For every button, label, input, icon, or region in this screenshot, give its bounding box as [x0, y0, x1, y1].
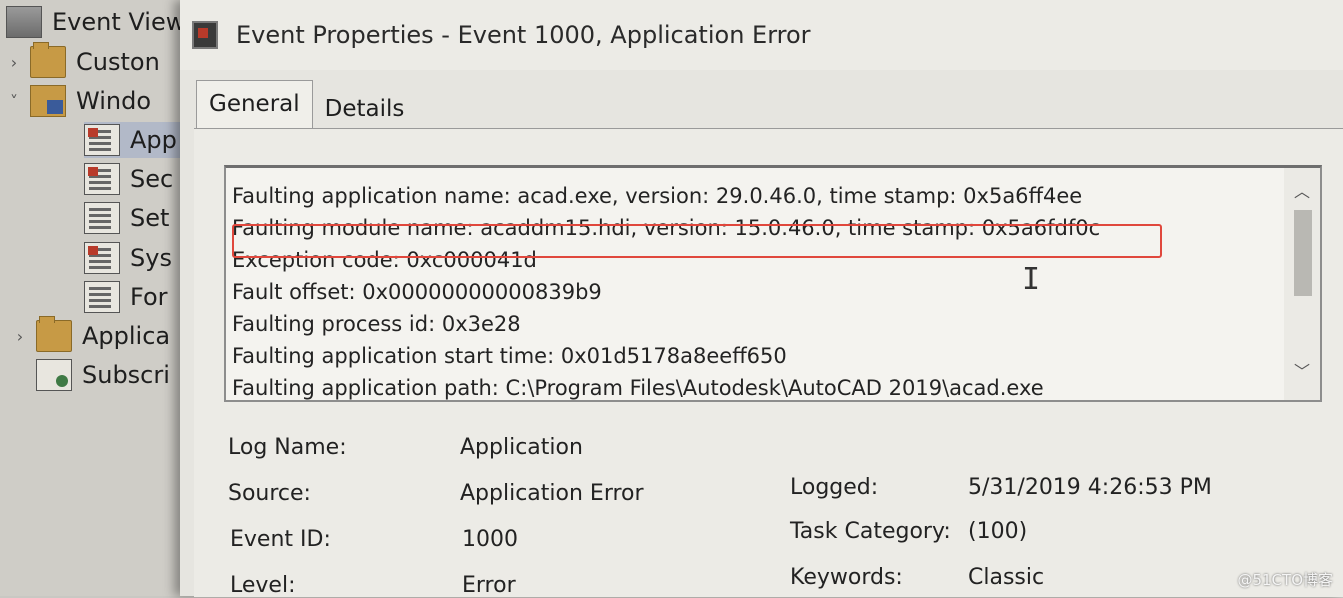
log-name-value: Application [460, 435, 583, 460]
keywords-label: Keywords: [790, 565, 903, 590]
log-name-label: Log Name: [228, 435, 347, 460]
folder-icon [36, 316, 72, 352]
tree-item-event-viewer[interactable]: Event View [6, 4, 185, 40]
scroll-thumb[interactable] [1294, 210, 1312, 296]
tree-item-label: App [130, 126, 177, 154]
folder-icon [30, 42, 66, 78]
vertical-scrollbar[interactable]: ︿ ﹀ [1284, 168, 1320, 400]
description-line: Faulting process id: 0x3e28 [232, 312, 521, 336]
tree-item-label: Sys [130, 244, 172, 272]
source-value: Application Error [460, 481, 644, 506]
log-icon [84, 242, 120, 274]
event-log-icon [192, 21, 218, 49]
tree-item-system[interactable]: Sys [84, 240, 172, 276]
tree-item-label: Event View [52, 8, 186, 36]
tree-item-security[interactable]: Sec [84, 161, 173, 197]
tree-item-subscriptions[interactable]: Subscri [12, 357, 170, 393]
scroll-down-icon[interactable]: ﹀ [1284, 358, 1320, 386]
keywords-value: Classic [968, 565, 1045, 590]
tree-item-applications-and-services[interactable]: › Applica [12, 316, 171, 354]
event-description-textbox[interactable]: Faulting application name: acad.exe, ver… [224, 165, 1322, 402]
task-category-value: (100) [968, 519, 1028, 544]
logged-label: Logged: [790, 475, 879, 500]
tree-item-setup[interactable]: Set [84, 200, 169, 236]
level-label: Level: [230, 573, 296, 598]
level-value: Error [462, 573, 516, 598]
task-category-label: Task Category: [790, 519, 951, 544]
source-label: Source: [228, 481, 311, 506]
dialog-titlebar[interactable]: Event Properties - Event 1000, Applicati… [180, 0, 1343, 70]
windows-logs-icon [30, 85, 66, 117]
tab-general[interactable]: General [196, 80, 313, 131]
collapse-arrow-icon[interactable]: ˅ [6, 92, 22, 111]
event-viewer-tree: Event View › Custon ˅ Windo App Sec Set … [0, 0, 217, 596]
tree-item-label: For [130, 283, 168, 311]
expand-arrow-icon[interactable]: › [6, 53, 22, 72]
tree-item-label: Custon [76, 48, 160, 76]
text-cursor-icon: I [1022, 262, 1041, 297]
tab-strip: General Details [196, 80, 416, 131]
event-id-label: Event ID: [230, 527, 331, 552]
event-id-value: 1000 [462, 527, 518, 552]
tree-item-label: Set [130, 204, 170, 232]
highlight-box [232, 224, 1162, 258]
description-line: Fault offset: 0x00000000000839b9 [232, 280, 602, 304]
watermark: @51CTO博客 [1237, 571, 1333, 589]
dialog-title: Event Properties - Event 1000, Applicati… [236, 21, 811, 49]
log-icon [84, 124, 120, 156]
tree-item-custom-views[interactable]: › Custon [6, 42, 160, 80]
subscriptions-icon [36, 359, 72, 391]
tree-item-label: Applica [82, 322, 171, 350]
scroll-up-icon[interactable]: ︿ [1284, 178, 1320, 206]
event-viewer-icon [6, 6, 42, 38]
description-line: Faulting application start time: 0x01d51… [232, 344, 787, 368]
description-line: Faulting application name: acad.exe, ver… [232, 184, 1083, 208]
log-icon [84, 281, 120, 313]
tree-item-label: Subscri [82, 361, 170, 389]
logged-value: 5/31/2019 4:26:53 PM [968, 475, 1212, 500]
general-tab-panel: Faulting application name: acad.exe, ver… [194, 128, 1343, 598]
log-icon [84, 163, 120, 195]
tree-item-windows-logs[interactable]: ˅ Windo [6, 83, 151, 119]
log-icon [84, 202, 120, 234]
tree-item-label: Sec [130, 165, 174, 193]
description-text: Faulting application name: acad.exe, ver… [232, 180, 1282, 400]
event-properties-dialog: Event Properties - Event 1000, Applicati… [180, 0, 1343, 598]
expand-arrow-icon[interactable]: › [12, 327, 28, 346]
tree-item-label: Windo [76, 87, 151, 115]
description-line: Faulting application path: C:\Program Fi… [232, 376, 1044, 400]
tree-item-forwarded-events[interactable]: For [84, 279, 168, 315]
